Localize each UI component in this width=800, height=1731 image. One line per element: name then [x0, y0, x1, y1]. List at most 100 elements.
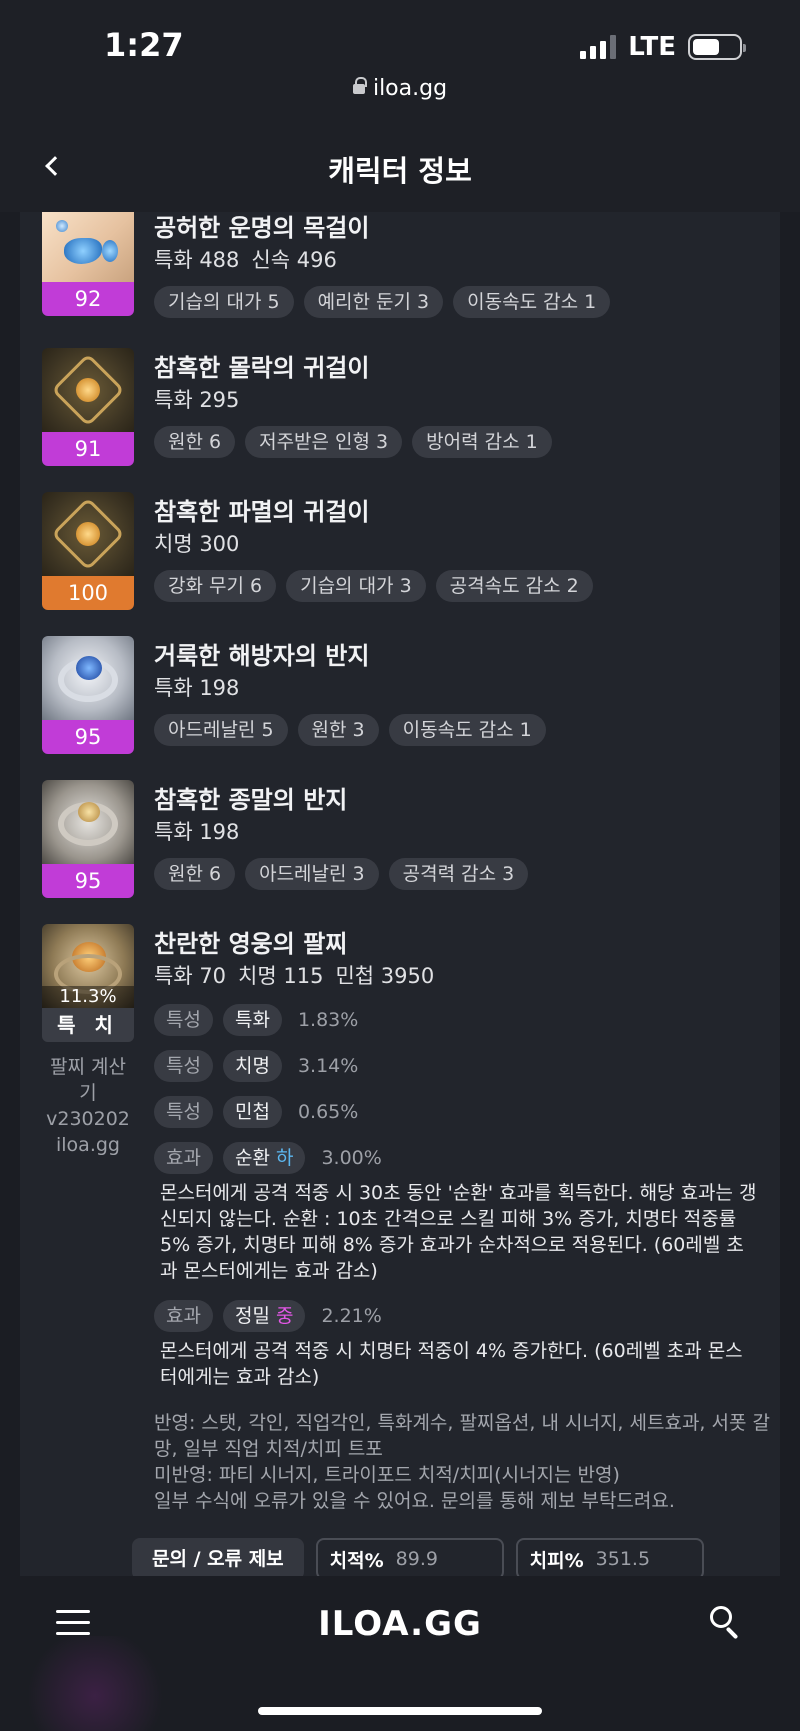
engraving-tag: 기습의 대가 5 [154, 286, 294, 318]
calc-unreflected-note: 미반영: 파티 시너지, 트라이포드 치적/치피(시너지는 반영) [154, 1464, 620, 1486]
item-stat: 특화 488 [154, 248, 240, 272]
option-kind: 특성 [154, 1050, 213, 1082]
item-stats: 특화 295 [154, 384, 251, 414]
option-name-text: 민첩 [234, 1101, 270, 1123]
crit-damage-field[interactable]: 치피% 351.5 [515, 1538, 704, 1576]
quality-badge: 95 [42, 864, 134, 898]
crit-rate-label: 치적% [329, 1549, 384, 1572]
option-name: 치명 [222, 1050, 282, 1082]
engraving-tags: 아드레날린 5 원한 3 이동속도 감소 1 [154, 714, 546, 746]
engraving-tag: 기습의 대가 3 [286, 570, 426, 602]
item-name: 참혹한 종말의 반지 [154, 786, 348, 814]
engraving-tag: 공격속도 감소 2 [435, 570, 593, 602]
option-value: 0.65% [297, 1101, 359, 1123]
item-stat: 특화 70 [154, 964, 227, 988]
engraving-tag: 이동속도 감소 1 [388, 714, 546, 746]
option-value: 3.14% [297, 1055, 359, 1077]
item-stats: 특화 198 [154, 816, 251, 846]
bracelet-option-row: 효과 정밀 중 2.21% [154, 1300, 382, 1332]
option-kind: 특성 [154, 1096, 213, 1128]
item-stats: 특화 488 신속 496 [154, 244, 349, 274]
item-stats: 특화 70 치명 115 민첩 3950 [154, 960, 446, 990]
ring-icon [42, 780, 134, 864]
calc-site: iloa.gg [56, 1134, 120, 1156]
address-bar[interactable]: iloa.gg [0, 76, 800, 101]
bracelet-item: 11.3% 특 치 팔찌 계산기 v230202 iloa.gg 찬란한 영웅의… [42, 924, 780, 1564]
quality-badge: 100 [42, 576, 134, 610]
item-stats: 특화 198 [154, 672, 251, 702]
engraving-tags: 원한 6 저주받은 인형 3 방어력 감소 1 [154, 426, 552, 458]
engraving-tag: 아드레날린 5 [154, 714, 288, 746]
item-stat: 신속 496 [251, 248, 337, 272]
engraving-tag: 공격력 감소 3 [388, 858, 529, 890]
option-name-text: 치명 [234, 1055, 270, 1077]
option-kind: 효과 [154, 1142, 213, 1174]
option-value: 3.00% [321, 1147, 382, 1169]
item-name: 거룩한 해방자의 반지 [154, 642, 370, 670]
equipment-panel: 92 공허한 운명의 목걸이 특화 488 신속 496 기습의 대가 5 예리한… [20, 212, 780, 1576]
engraving-tag: 원한 6 [154, 426, 236, 458]
home-indicator [258, 1707, 542, 1715]
engraving-tag: 예리한 둔기 3 [303, 286, 444, 318]
item-name: 참혹한 파멸의 귀걸이 [154, 498, 370, 526]
status-time: 1:27 [104, 26, 184, 64]
browser-top-bar: 1:27 LTE iloa.gg [0, 0, 800, 120]
item-stat: 특화 295 [154, 388, 240, 412]
option-grade: 하 [275, 1147, 294, 1169]
bracelet-percent: 11.3% [42, 986, 134, 1008]
bracelet-option-row: 특성 치명 3.14% [154, 1050, 358, 1082]
signal-icon [580, 35, 617, 59]
option-name-text: 정밀 [234, 1305, 270, 1327]
item-name: 참혹한 몰락의 귀걸이 [154, 354, 370, 382]
report-error-button[interactable]: 문의 / 오류 제보 [132, 1538, 304, 1576]
item-name: 공허한 운명의 목걸이 [154, 214, 370, 242]
bracelet-stat-type: 특 치 [42, 1008, 134, 1042]
site-logo[interactable]: ILOA.GG [0, 1604, 800, 1644]
item-stat: 특화 198 [154, 676, 240, 700]
option-description: 몬스터에게 공격 적중 시 치명타 적중이 4% 증가한다. (60레벨 초과 … [160, 1340, 743, 1388]
option-value: 1.83% [297, 1009, 359, 1031]
engraving-tags: 기습의 대가 5 예리한 둔기 3 이동속도 감소 1 [154, 286, 611, 318]
battery-icon [688, 34, 746, 60]
item-thumbnail: 95 [42, 636, 134, 754]
crit-damage-value: 351.5 [595, 1548, 651, 1570]
url-text: iloa.gg [372, 76, 448, 101]
engraving-tag: 이동속도 감소 1 [453, 286, 611, 318]
engraving-tag: 원한 3 [297, 714, 379, 746]
necklace-icon [42, 212, 134, 282]
option-name: 정밀 중 [222, 1300, 306, 1332]
bracelet-option-row: 특성 특화 1.83% [154, 1004, 358, 1036]
calc-label-line: 팔찌 계산기 [50, 1056, 126, 1104]
search-icon[interactable] [710, 1606, 744, 1640]
bracelet-option-row: 특성 민첩 0.65% [154, 1096, 358, 1128]
engraving-tag: 저주받은 인형 3 [245, 426, 403, 458]
engraving-tags: 원한 6 아드레날린 3 공격력 감소 3 [154, 858, 529, 890]
item-stat: 치명 115 [238, 964, 324, 988]
item-thumbnail: 100 [42, 492, 134, 610]
bracelet-option-row: 효과 순환 하 3.00% [154, 1142, 382, 1174]
engraving-tag: 아드레날린 3 [245, 858, 379, 890]
lock-icon [352, 77, 367, 94]
item-thumbnail: 11.3% 특 치 [42, 924, 134, 1042]
item-stat: 치명 300 [154, 532, 240, 556]
option-value: 2.21% [321, 1305, 382, 1327]
option-name-text: 순환 [234, 1147, 270, 1169]
option-kind: 특성 [154, 1004, 213, 1036]
quality-badge: 91 [42, 432, 134, 466]
item-name: 찬란한 영웅의 팔찌 [154, 930, 348, 958]
engraving-tag: 강화 무기 6 [154, 570, 277, 602]
option-name: 순환 하 [222, 1142, 306, 1174]
option-name: 민첩 [222, 1096, 282, 1128]
crit-rate-field[interactable]: 치적% 89.9 [315, 1538, 504, 1576]
earring-icon [42, 492, 134, 576]
ring-icon [42, 636, 134, 720]
page-title: 캐릭터 정보 [328, 154, 472, 188]
item-stats: 치명 300 [154, 528, 251, 558]
app-header: 캐릭터 정보 [0, 120, 800, 212]
quality-badge: 92 [42, 282, 134, 316]
network-label: LTE [628, 32, 676, 62]
crit-damage-label: 치피% [529, 1549, 584, 1572]
quality-badge: 95 [42, 720, 134, 754]
option-grade: 중 [275, 1305, 294, 1327]
status-indicators: LTE [580, 32, 746, 62]
